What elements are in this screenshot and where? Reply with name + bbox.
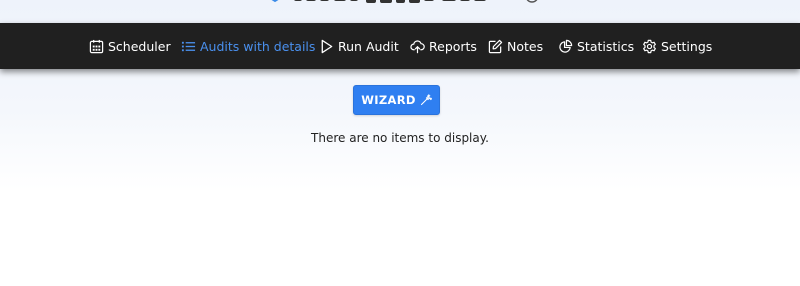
nav-item-label: Statistics — [577, 38, 635, 54]
nav-item-label: Notes — [507, 38, 544, 54]
edit-icon — [487, 38, 503, 54]
nav-item-settings[interactable]: Settings — [641, 23, 712, 69]
nav-item-audits-with-details[interactable]: Audits with details — [180, 23, 315, 69]
play-icon — [318, 38, 334, 54]
nav-item-label: Audits with details — [200, 38, 316, 54]
wizard-button-label: WIZARD — [361, 93, 416, 107]
nav-item-scheduler[interactable]: Scheduler — [88, 23, 171, 69]
cloud-upload-icon — [409, 38, 425, 54]
pie-chart-icon — [557, 38, 573, 54]
nav-item-label: Run Audit — [338, 38, 399, 54]
wizard-button[interactable]: WIZARD — [353, 85, 440, 115]
list-icon — [180, 38, 196, 54]
calendar-icon — [88, 38, 104, 54]
gear-icon — [641, 38, 657, 54]
empty-state-message: There are no items to display. — [311, 131, 489, 145]
main-navbar: Scheduler Audits with details Run Audit … — [0, 23, 800, 69]
nav-item-label: Scheduler — [108, 38, 171, 54]
nav-item-statistics[interactable]: Statistics — [557, 23, 634, 69]
header-title-fragment — [294, 0, 486, 3]
nav-item-label: Reports — [429, 38, 477, 54]
logo-icon — [271, 0, 279, 3]
magic-wand-icon — [420, 94, 432, 106]
nav-item-label: Settings — [661, 38, 713, 54]
nav-item-notes[interactable]: Notes — [487, 23, 543, 69]
globe-icon[interactable] — [525, 0, 539, 4]
header-strip — [0, 0, 800, 22]
nav-item-run-audit[interactable]: Run Audit — [318, 23, 399, 69]
nav-item-reports[interactable]: Reports — [409, 23, 477, 69]
